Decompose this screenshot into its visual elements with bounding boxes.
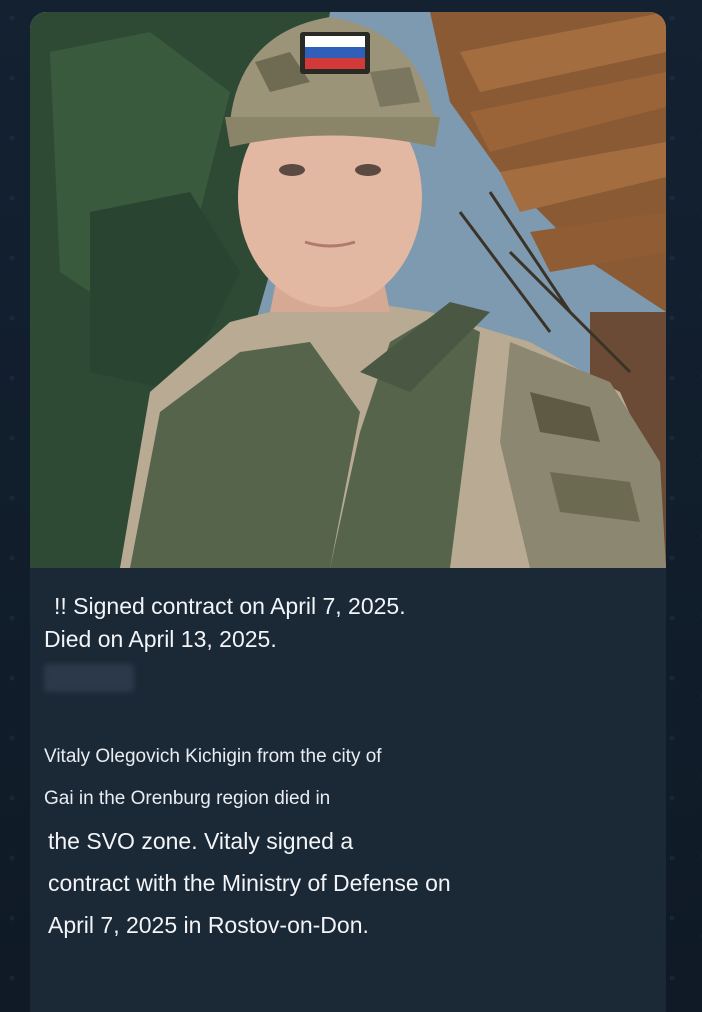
body-line-1: Vitaly Olegovich Kichigin from the city … — [44, 746, 382, 767]
message-caption: !! Signed contract on April 7, 2025. Die… — [30, 568, 666, 946]
body-line-5: April 7, 2025 in Rostov-on-Don. — [48, 912, 369, 938]
headline: !! Signed contract on April 7, 2025. Die… — [44, 590, 652, 656]
headline-line-2: Died on April 13, 2025. — [44, 626, 277, 652]
body-line-3: the SVO zone. Vitaly signed a — [48, 828, 354, 854]
body-text-small: Vitaly Olegovich Kichigin from the city … — [44, 736, 652, 820]
message-photo[interactable] — [30, 12, 666, 568]
body-line-4: contract with the Ministry of Defense on — [48, 870, 451, 896]
blurred-text-fragment — [44, 664, 134, 692]
headline-line-1: !! Signed contract on April 7, 2025. — [54, 593, 406, 619]
message-bubble[interactable]: !! Signed contract on April 7, 2025. Die… — [30, 12, 666, 1012]
body-line-2: Gai in the Orenburg region died in — [44, 788, 331, 809]
soldier-photo-image — [30, 12, 666, 568]
body-text-large: the SVO zone. Vitaly signed a contract w… — [44, 820, 652, 946]
